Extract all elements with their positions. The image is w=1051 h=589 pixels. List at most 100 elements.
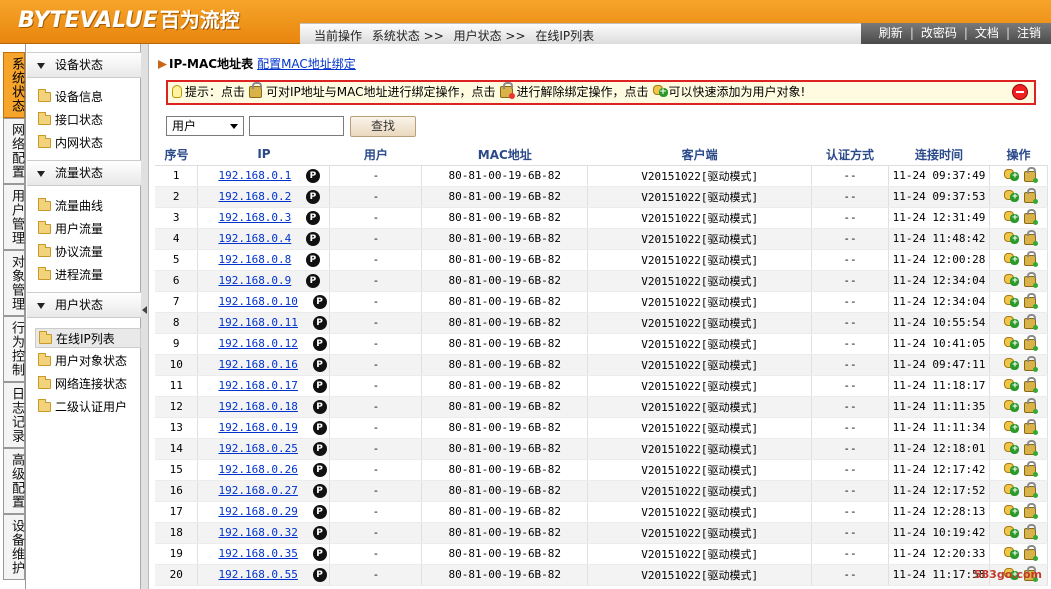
refresh-link[interactable]: 刷新 xyxy=(879,26,903,40)
bind-lock-icon[interactable] xyxy=(1024,229,1039,246)
add-user-object-icon[interactable] xyxy=(1002,315,1020,330)
add-user-object-icon[interactable] xyxy=(1002,546,1020,561)
tab-log-records[interactable]: 日志记录 xyxy=(3,382,25,448)
bind-lock-icon[interactable] xyxy=(1024,397,1039,414)
add-user-object-icon[interactable] xyxy=(1002,441,1020,456)
cell-ip: 192.168.0.27 P xyxy=(197,480,331,502)
bind-lock-icon[interactable] xyxy=(1024,292,1039,309)
cell-client: V20151022[驱动模式] xyxy=(587,333,813,355)
ip-link[interactable]: 192.168.0.11 xyxy=(218,316,297,329)
p-badge-icon: P xyxy=(312,525,327,540)
ip-link[interactable]: 192.168.0.26 xyxy=(218,463,297,476)
ip-link[interactable]: 192.168.0.29 xyxy=(218,505,297,518)
ip-link[interactable]: 192.168.0.2 xyxy=(218,190,291,203)
bind-lock-icon[interactable] xyxy=(1024,544,1039,561)
bind-lock-icon[interactable] xyxy=(1024,166,1039,183)
menu-item-device-info[interactable]: 设备信息 xyxy=(35,87,141,107)
bind-lock-icon[interactable] xyxy=(1024,523,1039,540)
add-user-object-icon[interactable] xyxy=(1002,252,1020,267)
bind-lock-icon[interactable] xyxy=(1024,418,1039,435)
add-user-object-icon[interactable] xyxy=(1002,399,1020,414)
menu-item-secondary-auth-users[interactable]: 二级认证用户 xyxy=(35,397,141,417)
add-user-object-icon[interactable] xyxy=(1002,420,1020,435)
ip-link[interactable]: 192.168.0.19 xyxy=(218,421,297,434)
cell-mac: 80-81-00-19-6B-82 xyxy=(421,501,589,523)
section-traffic-status[interactable]: 流量状态 xyxy=(27,160,141,186)
p-badge-icon: P xyxy=(305,189,320,204)
bind-lock-icon[interactable] xyxy=(1024,376,1039,393)
arrow-left-icon xyxy=(142,306,147,314)
cell-client: V20151022[驱动模式] xyxy=(587,228,813,250)
menu-item-connection-status[interactable]: 网络连接状态 xyxy=(35,374,141,394)
bind-lock-icon[interactable] xyxy=(1024,355,1039,372)
ip-link[interactable]: 192.168.0.55 xyxy=(218,568,297,581)
bind-lock-icon[interactable] xyxy=(1024,250,1039,267)
ip-link[interactable]: 192.168.0.12 xyxy=(218,337,297,350)
ip-link[interactable]: 192.168.0.32 xyxy=(218,526,297,539)
menu-item-interface-status[interactable]: 接口状态 xyxy=(35,110,141,130)
ip-link[interactable]: 192.168.0.3 xyxy=(218,211,291,224)
menu-item-process-traffic[interactable]: 进程流量 xyxy=(35,265,141,285)
ip-link[interactable]: 192.168.0.9 xyxy=(218,274,291,287)
add-user-object-icon[interactable] xyxy=(1002,462,1020,477)
add-user-object-icon[interactable] xyxy=(1002,504,1020,519)
ip-link[interactable]: 192.168.0.16 xyxy=(218,358,297,371)
add-user-object-icon[interactable] xyxy=(1002,273,1020,288)
ip-link[interactable]: 192.168.0.17 xyxy=(218,379,297,392)
bind-lock-icon[interactable] xyxy=(1024,481,1039,498)
cell-user-value: - xyxy=(372,316,380,329)
add-user-object-icon[interactable] xyxy=(1002,525,1020,540)
search-input[interactable] xyxy=(249,116,344,136)
bind-lock-icon[interactable] xyxy=(1024,187,1039,204)
add-user-object-icon[interactable] xyxy=(1002,483,1020,498)
add-user-object-icon[interactable] xyxy=(1002,336,1020,351)
tab-user-management[interactable]: 用户管理 xyxy=(3,184,25,250)
docs-link[interactable]: 文档 xyxy=(975,26,999,40)
mac-binding-config-link[interactable]: 配置MAC地址绑定 xyxy=(257,57,356,71)
bind-lock-icon[interactable] xyxy=(1024,313,1039,330)
section-user-status[interactable]: 用户状态 xyxy=(27,292,141,318)
filter-field-select[interactable]: 用户 xyxy=(166,116,244,136)
bind-lock-icon[interactable] xyxy=(1024,334,1039,351)
close-tip-icon[interactable] xyxy=(1012,84,1028,100)
add-user-object-icon[interactable] xyxy=(1002,210,1020,225)
ip-link[interactable]: 192.168.0.27 xyxy=(218,484,297,497)
change-password-link[interactable]: 改密码 xyxy=(921,26,957,40)
ip-link[interactable]: 192.168.0.1 xyxy=(218,169,291,182)
add-user-object-icon[interactable] xyxy=(1002,378,1020,393)
tab-object-management[interactable]: 对象管理 xyxy=(3,250,25,316)
ip-link[interactable]: 192.168.0.8 xyxy=(218,253,291,266)
ip-link[interactable]: 192.168.0.18 xyxy=(218,400,297,413)
ip-link[interactable]: 192.168.0.35 xyxy=(218,547,297,560)
menu-item-user-object-status[interactable]: 用户对象状态 xyxy=(35,351,141,371)
add-user-object-icon[interactable] xyxy=(1002,189,1020,204)
section-device-status[interactable]: 设备状态 xyxy=(27,52,141,78)
ip-link[interactable]: 192.168.0.25 xyxy=(218,442,297,455)
add-user-object-icon[interactable] xyxy=(1002,294,1020,309)
bind-lock-icon[interactable] xyxy=(1024,460,1039,477)
menu-item-protocol-traffic[interactable]: 协议流量 xyxy=(35,242,141,262)
col-header-auth: 认证方式 xyxy=(811,144,889,166)
add-user-object-icon[interactable] xyxy=(1002,357,1020,372)
tab-system-status[interactable]: 系统状态 xyxy=(3,52,25,118)
tab-device-maintenance[interactable]: 设备维护 xyxy=(3,514,25,580)
collapse-triangle-icon xyxy=(37,63,45,69)
tab-behavior-control[interactable]: 行为控制 xyxy=(3,316,25,382)
search-button[interactable]: 查找 xyxy=(350,116,416,137)
tab-network-config[interactable]: 网络配置 xyxy=(3,118,25,184)
tab-advanced-config[interactable]: 高级配置 xyxy=(3,448,25,514)
add-user-object-icon[interactable] xyxy=(1002,231,1020,246)
bind-lock-icon[interactable] xyxy=(1024,208,1039,225)
menu-item-user-traffic[interactable]: 用户流量 xyxy=(35,219,141,239)
ip-link[interactable]: 192.168.0.10 xyxy=(218,295,297,308)
ip-link[interactable]: 192.168.0.4 xyxy=(218,232,291,245)
menu-item-lan-status[interactable]: 内网状态 xyxy=(35,133,141,153)
bind-lock-icon[interactable] xyxy=(1024,439,1039,456)
menu-item-online-ip-list[interactable]: 在线IP列表 xyxy=(35,328,141,348)
bind-lock-icon[interactable] xyxy=(1024,271,1039,288)
add-user-object-icon[interactable] xyxy=(1002,168,1020,183)
menu-item-traffic-curve[interactable]: 流量曲线 xyxy=(35,196,141,216)
sidebar-collapse-handle[interactable] xyxy=(141,44,149,589)
bind-lock-icon[interactable] xyxy=(1024,502,1039,519)
logout-link[interactable]: 注销 xyxy=(1017,26,1041,40)
